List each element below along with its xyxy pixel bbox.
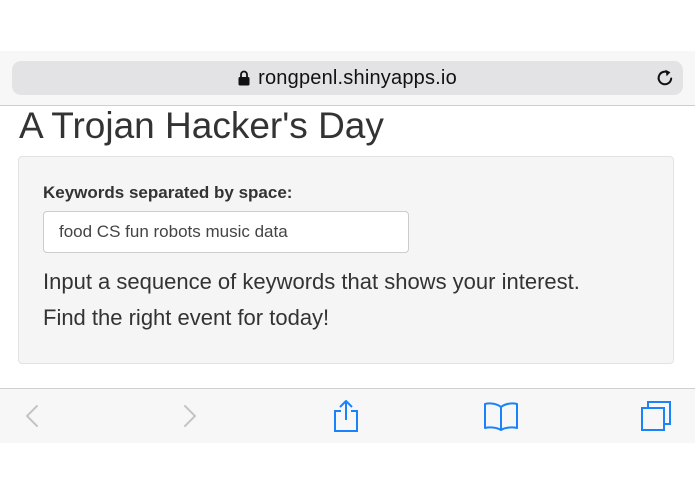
page-title: A Trojan Hacker's Day <box>19 105 384 146</box>
browser-bottom-toolbar <box>0 388 695 443</box>
keywords-input[interactable] <box>43 211 409 253</box>
forward-button[interactable] <box>172 389 208 443</box>
address-content: rongpenl.shinyapps.io <box>12 61 683 95</box>
tabs-button[interactable] <box>636 389 676 443</box>
chevron-left-icon <box>26 405 38 427</box>
back-button[interactable] <box>14 389 50 443</box>
screen: rongpenl.shinyapps.io A Trojan Hacker's … <box>0 0 695 494</box>
help-text-line-2: Find the right event for today! <box>43 305 330 330</box>
web-page: A Trojan Hacker's Day Keywords separated… <box>0 106 695 388</box>
reload-icon[interactable] <box>655 68 675 88</box>
address-text: rongpenl.shinyapps.io <box>258 66 457 89</box>
share-button[interactable] <box>328 389 364 443</box>
chevron-right-icon <box>184 405 196 427</box>
share-icon <box>334 400 358 432</box>
browser-top-bar: rongpenl.shinyapps.io <box>0 51 695 106</box>
book-icon <box>484 402 518 431</box>
input-panel: Keywords separated by space: Input a seq… <box>18 156 674 364</box>
bookmarks-button[interactable] <box>482 389 520 443</box>
keywords-label: Keywords separated by space: <box>43 183 293 202</box>
address-bar[interactable]: rongpenl.shinyapps.io <box>12 61 683 95</box>
help-text-line-1: Input a sequence of keywords that shows … <box>43 269 580 294</box>
tabs-icon <box>641 401 671 431</box>
lock-icon <box>238 70 250 86</box>
